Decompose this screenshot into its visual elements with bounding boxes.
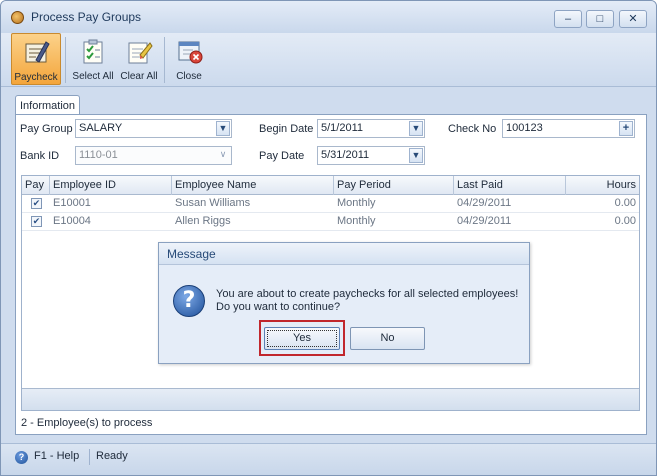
last-paid-cell: 04/29/2011 [457, 215, 512, 227]
bank-id-value: 1110-01 [79, 149, 118, 161]
select-all-label: Select All [72, 71, 114, 82]
check-no-label: Check No [448, 123, 497, 135]
message-dialog: Message ? You are about to create payche… [158, 242, 530, 364]
close-window-icon [178, 41, 203, 64]
help-shortcut[interactable]: F1 - Help [34, 450, 79, 462]
check-no-field[interactable]: 100123 + [502, 119, 635, 138]
bank-id-label: Bank ID [20, 150, 60, 162]
status-bar: ? F1 - Help Ready [1, 443, 656, 475]
no-label: No [380, 332, 395, 344]
tab-information[interactable]: Information [15, 95, 80, 115]
clear-all-button[interactable]: Clear All [118, 33, 160, 85]
status-separator [89, 449, 90, 465]
pay-checkbox[interactable]: ✔ [31, 216, 42, 227]
pay-group-label: Pay Group [20, 123, 73, 135]
close-window-button[interactable]: ✕ [619, 10, 647, 28]
column-hours[interactable]: Hours [566, 176, 639, 195]
employee-id-cell: E10004 [53, 215, 91, 227]
chevron-down-icon[interactable]: ▼ [409, 121, 423, 136]
employee-count: 2 - Employee(s) to process [21, 417, 153, 429]
column-employee-name[interactable]: Employee Name [172, 176, 334, 195]
yes-button[interactable]: Yes [264, 327, 340, 350]
pay-checkbox[interactable]: ✔ [31, 198, 42, 209]
pay-group-select[interactable]: SALARY ▼ [75, 119, 232, 138]
toolbar: Paycheck Select All Clear All Close [1, 33, 656, 87]
pay-period-cell: Monthly [337, 215, 376, 227]
chevron-down-icon[interactable]: ▼ [409, 148, 423, 163]
title-bar: Process Pay Groups ‒ □ ✕ [1, 1, 656, 33]
employee-name-cell: Susan Williams [175, 197, 251, 209]
app-icon [11, 11, 24, 24]
dialog-message-line: Do you want to continue? [216, 301, 341, 313]
grid-footer [22, 388, 639, 410]
column-employee-id[interactable]: Employee ID [50, 176, 172, 195]
question-icon: ? [173, 285, 205, 317]
chevron-down-icon[interactable]: ▼ [216, 121, 230, 136]
plus-icon[interactable]: + [619, 121, 633, 136]
toolbar-separator [164, 37, 165, 83]
dialog-message: You are about to create paychecks for al… [216, 288, 526, 314]
paycheck-button[interactable]: Paycheck [11, 33, 61, 85]
column-last-paid[interactable]: Last Paid [454, 176, 566, 195]
table-row[interactable]: ✔ E10004 Allen Riggs Monthly 04/29/2011 … [22, 213, 639, 231]
clear-all-eraser-icon [128, 42, 153, 64]
paycheck-icon [25, 41, 50, 63]
clear-all-label: Clear All [120, 71, 158, 82]
last-paid-cell: 04/29/2011 [457, 197, 512, 209]
dialog-title: Message [159, 243, 529, 265]
status-text: Ready [96, 450, 128, 462]
select-all-button[interactable]: Select All [70, 33, 116, 85]
begin-date-picker[interactable]: 5/1/2011 ▼ [317, 119, 425, 138]
toolbar-separator [65, 37, 66, 83]
help-icon[interactable]: ? [15, 451, 28, 464]
dialog-message-line: You are about to create paychecks for al… [216, 288, 519, 300]
maximize-button[interactable]: □ [586, 10, 614, 28]
employee-name-cell: Allen Riggs [175, 215, 231, 227]
pay-date-picker[interactable]: 5/31/2011 ▼ [317, 146, 425, 165]
no-button[interactable]: No [350, 327, 425, 350]
check-no-value: 100123 [506, 122, 543, 134]
focus-rect [267, 330, 337, 347]
employee-id-cell: E10001 [53, 197, 91, 209]
table-row[interactable]: ✔ E10001 Susan Williams Monthly 04/29/20… [22, 195, 639, 213]
grid-header: Pay Employee ID Employee Name Pay Period… [22, 176, 639, 195]
process-pay-groups-window: Process Pay Groups ‒ □ ✕ Paycheck Select… [0, 0, 657, 476]
pay-date-value: 5/31/2011 [321, 149, 370, 161]
chevron-down-icon[interactable]: ∨ [216, 148, 230, 163]
begin-date-label: Begin Date [259, 123, 314, 135]
select-all-checklist-icon [83, 39, 103, 64]
hours-cell: 0.00 [614, 215, 636, 227]
column-pay-period[interactable]: Pay Period [334, 176, 454, 195]
pay-date-label: Pay Date [259, 150, 305, 162]
pay-group-value: SALARY [79, 122, 123, 134]
column-pay[interactable]: Pay [22, 176, 50, 195]
close-label: Close [176, 71, 202, 82]
paycheck-label: Paycheck [14, 72, 58, 83]
minimize-button[interactable]: ‒ [554, 10, 582, 28]
begin-date-value: 5/1/2011 [321, 122, 364, 134]
hours-cell: 0.00 [614, 197, 636, 209]
window-title: Process Pay Groups [31, 10, 142, 24]
close-button[interactable]: Close [169, 33, 209, 85]
pay-period-cell: Monthly [337, 197, 376, 209]
bank-id-select[interactable]: 1110-01 ∨ [75, 146, 232, 165]
